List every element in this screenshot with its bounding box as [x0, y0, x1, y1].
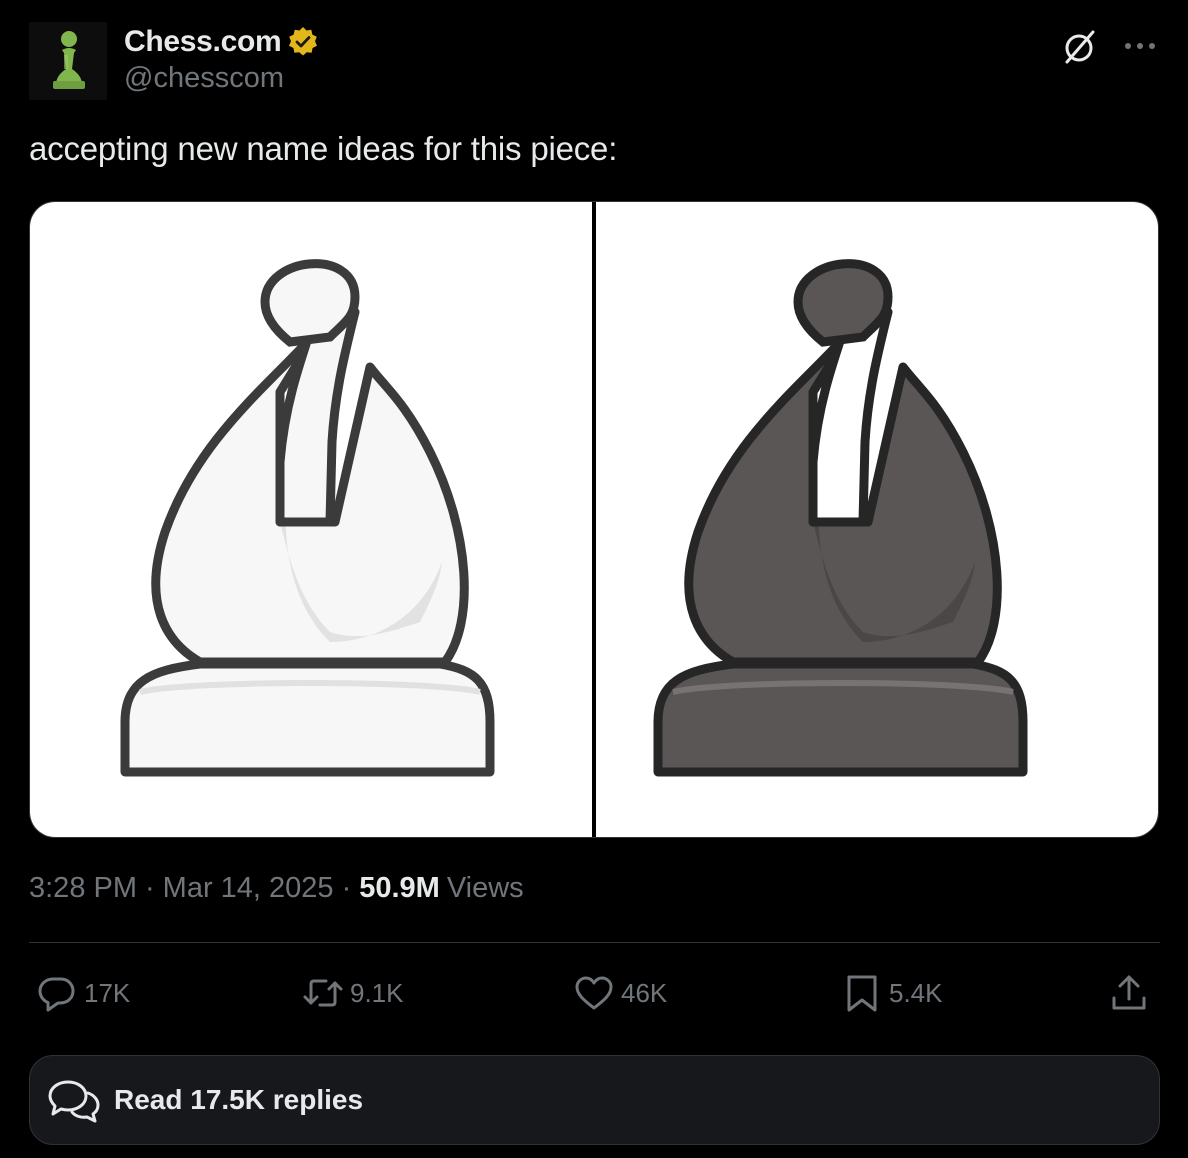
tweet-media[interactable] [29, 201, 1159, 838]
bookmark-count: 5.4K [889, 977, 943, 1008]
like-button[interactable]: 46K [573, 968, 667, 1018]
media-image-white-bishop[interactable] [30, 202, 592, 837]
views-count[interactable]: 50.9M [359, 872, 440, 905]
avatar[interactable] [29, 22, 107, 100]
divider [29, 942, 1160, 943]
black-bishop-icon [653, 259, 1028, 777]
read-replies-label: Read 17.5K replies [114, 1084, 364, 1115]
meta-separator: · [341, 872, 352, 904]
author-handle[interactable]: @chesscom [124, 62, 284, 95]
tweet-date[interactable]: Mar 14, 2025 [163, 872, 334, 905]
author-display-name[interactable]: Chess.com [124, 25, 282, 59]
grok-icon [1065, 30, 1095, 64]
white-bishop-icon [120, 259, 495, 777]
tweet-meta: 3:28 PM · Mar 14, 2025 · 50.9M Views [29, 872, 524, 905]
grok-button[interactable] [1058, 26, 1100, 68]
media-image-black-bishop[interactable] [596, 202, 1158, 837]
gold-verified-icon[interactable] [287, 26, 319, 58]
heart-icon [575, 976, 613, 1010]
conversation-icon [48, 1080, 100, 1123]
tweet-text: accepting new name ideas for this piece: [29, 130, 618, 167]
bookmark-button[interactable]: 5.4K [841, 968, 943, 1018]
repost-button[interactable]: 9.1K [302, 968, 404, 1018]
tweet-time[interactable]: 3:28 PM [29, 872, 137, 905]
like-count: 46K [621, 977, 668, 1008]
reply-icon [38, 977, 75, 1012]
share-icon [1112, 975, 1146, 1010]
author-name-row: Chess.com [124, 22, 319, 62]
meta-separator: · [145, 872, 155, 904]
more-icon [1125, 43, 1155, 49]
views-label: Views [446, 872, 524, 904]
more-button[interactable] [1118, 26, 1162, 66]
repost-icon [303, 979, 343, 1007]
bookmark-icon [847, 975, 877, 1012]
read-replies-button[interactable]: Read 17.5K replies [29, 1055, 1160, 1145]
reply-count: 17K [84, 977, 131, 1008]
share-button[interactable] [1108, 968, 1150, 1018]
reply-button[interactable]: 17K [36, 968, 130, 1018]
repost-count: 9.1K [350, 977, 404, 1008]
green-pawn-icon [53, 31, 85, 89]
